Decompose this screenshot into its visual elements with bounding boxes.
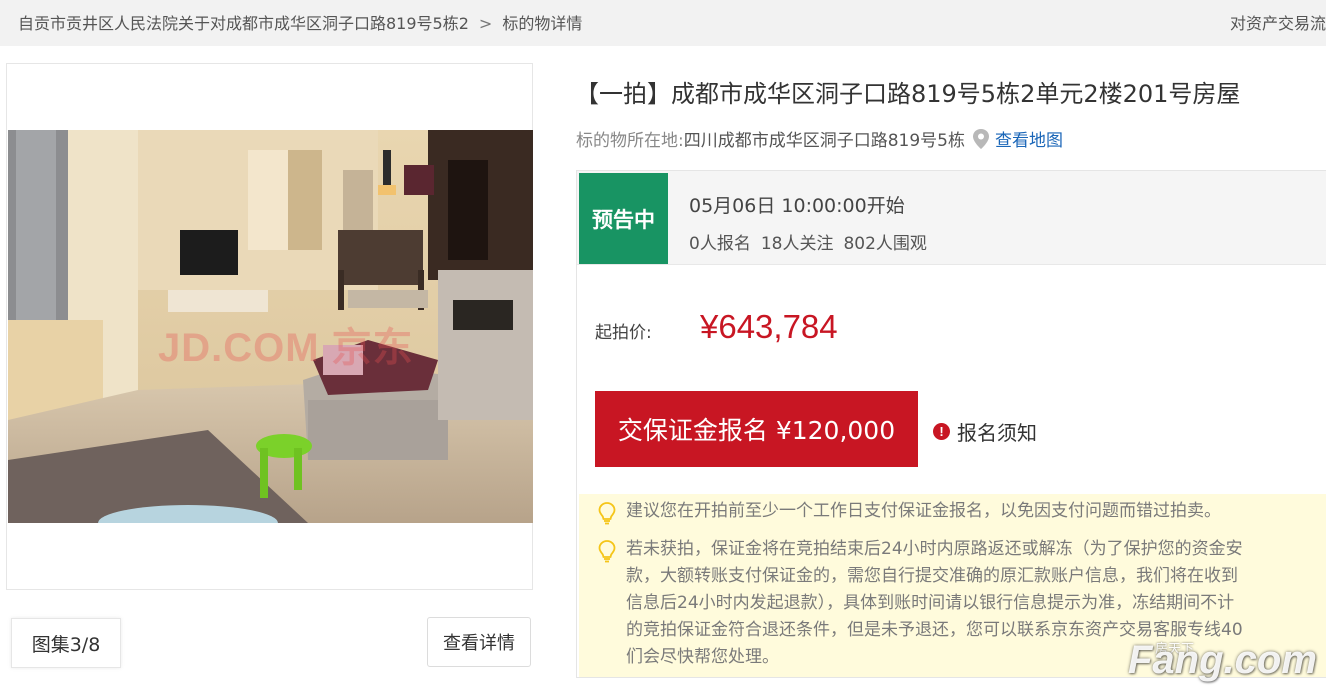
starting-price-value: ¥643,784 (700, 308, 838, 345)
auction-start-time: 05月06日 10:00:00开始 (689, 195, 905, 217)
photo-watermark: JD.COM 京东 (158, 326, 414, 370)
signup-count: 0人报名 (689, 234, 751, 254)
auction-panel: 预告中 05月06日 10:00:00开始 0人报名 18人关注 802人围观 起拍… (576, 170, 1326, 678)
property-photo[interactable]: JD.COM 京东 (8, 130, 533, 523)
starting-price-label: 起拍价: (595, 323, 652, 343)
item-location: 标的物所在地: 四川成都市成华区洞子口路819号5栋 查看地图 (576, 126, 1063, 151)
album-counter-button[interactable]: 图集3/8 (11, 618, 121, 668)
tip-item: 建议您在开拍前至少一个工作日支付保证金报名，以免因支付问题而错过拍卖。 (597, 498, 1326, 525)
top-bar: 自贡市贡井区人民法院关于对成都市成华区洞子口路819号5栋2 > 标的物详情 对资产… (0, 0, 1326, 46)
status-badge: 预告中 (579, 173, 668, 264)
breadcrumb-item-current: 标的物详情 (502, 14, 583, 33)
breadcrumb-item-case[interactable]: 自贡市贡井区人民法院关于对成都市成华区洞子口路819号5栋2 (18, 14, 469, 33)
breadcrumb-separator: > (478, 14, 493, 33)
follower-count: 18人关注 (760, 234, 834, 254)
tip-line: 款，大额转账支付保证金的，需您自行提交准确的原汇款账户信息，我们将在收到 (626, 566, 1238, 586)
top-right-link[interactable]: 对资产交易流 (1230, 10, 1326, 34)
map-pin-icon (971, 128, 991, 150)
viewer-count: 802人围观 (843, 234, 927, 254)
lightbulb-icon (597, 539, 617, 563)
pay-deposit-signup-button[interactable]: 交保证金报名 ¥120,000 (595, 391, 918, 467)
image-gallery: JD.COM 京东 (6, 63, 533, 590)
view-map-link[interactable]: 查看地图 (995, 126, 1063, 151)
breadcrumb: 自贡市贡井区人民法院关于对成都市成华区洞子口路819号5栋2 > 标的物详情 (18, 10, 582, 34)
signup-notice-label: 报名须知 (957, 421, 1037, 445)
warning-icon: ! (933, 423, 950, 440)
tip-line: 信息后24小时内发起退款），具体到账时间请以银行信息提示为准，冻结期间不计 (626, 593, 1235, 613)
signup-notice-link[interactable]: ! 报名须知 (933, 417, 1037, 446)
item-title: 【一拍】成都市成华区洞子口路819号5栋2单元2楼201号房屋 (575, 80, 1241, 108)
tip-text: 建议您在开拍前至少一个工作日支付保证金报名，以免因支付问题而错过拍卖。 (626, 501, 1221, 521)
location-address: 四川成都市成华区洞子口路819号5栋 (683, 131, 965, 151)
auction-status-header: 预告中 05月06日 10:00:00开始 0人报名 18人关注 802人围观 (577, 171, 1326, 265)
location-label: 标的物所在地: (576, 131, 684, 151)
tip-line: 若未获拍，保证金将在竞拍结束后24小时内原路返还或解冻（为了保护您的资金安 (626, 539, 1243, 559)
lightbulb-icon (597, 501, 617, 525)
auction-counts: 0人报名 18人关注 802人围观 (689, 229, 937, 254)
fang-watermark-logo: Fang.com (1128, 638, 1317, 682)
view-details-button[interactable]: 查看详情 (427, 617, 531, 667)
